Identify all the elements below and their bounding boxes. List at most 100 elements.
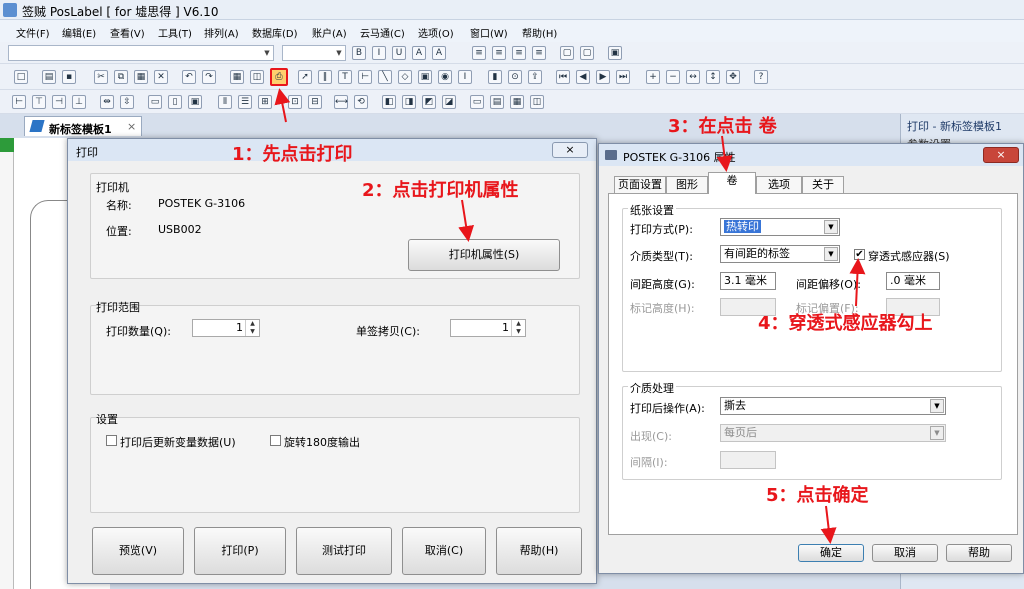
distribute-v-icon[interactable]: ☰ bbox=[238, 95, 252, 109]
open-folder-icon[interactable]: ▤ bbox=[42, 70, 56, 84]
font-name-combo[interactable]: ▼ bbox=[8, 45, 274, 61]
tab-about[interactable]: 关于 bbox=[802, 176, 844, 194]
menu-account[interactable]: 账户(A) bbox=[312, 25, 347, 40]
fit-height-icon[interactable]: ↕ bbox=[706, 70, 720, 84]
fit-page-icon[interactable]: ✥ bbox=[726, 70, 740, 84]
frame-icon[interactable]: ▭ bbox=[470, 95, 484, 109]
menu-tools[interactable]: 工具(T) bbox=[158, 25, 192, 40]
print-icon[interactable]: ⎙ bbox=[270, 68, 288, 86]
snap-objects-icon[interactable]: ⊟ bbox=[308, 95, 322, 109]
ungroup-icon[interactable]: ▢ bbox=[580, 46, 594, 60]
zoom-in-icon[interactable]: + bbox=[646, 70, 660, 84]
center-h-icon[interactable]: ⇹ bbox=[100, 95, 114, 109]
cursor-text-icon[interactable]: I bbox=[458, 70, 472, 84]
close-icon[interactable]: × bbox=[552, 142, 588, 158]
menu-cloud[interactable]: 云马通(C) bbox=[360, 25, 405, 40]
bring-front-icon[interactable]: ◧ bbox=[382, 95, 396, 109]
export-icon[interactable]: ⇪ bbox=[528, 70, 542, 84]
underline-icon[interactable]: U bbox=[392, 46, 406, 60]
font-size-combo[interactable]: ▼ bbox=[282, 45, 346, 61]
save-icon[interactable]: ▪ bbox=[62, 70, 76, 84]
help-icon[interactable]: ? bbox=[754, 70, 768, 84]
gap-offset-input[interactable]: .0 毫米 bbox=[886, 272, 940, 290]
close-icon[interactable]: × bbox=[127, 120, 136, 133]
cancel-button[interactable]: 取消(C) bbox=[402, 527, 486, 575]
preview-button[interactable]: 预览(V) bbox=[92, 527, 184, 575]
post-print-action-select[interactable]: 撕去 ▼ bbox=[720, 397, 946, 415]
tab-roll[interactable]: 卷 bbox=[708, 172, 756, 194]
redo-icon[interactable]: ↷ bbox=[202, 70, 216, 84]
menu-window[interactable]: 窗口(W) bbox=[470, 25, 508, 40]
props-help-button[interactable]: 帮助 bbox=[946, 544, 1012, 562]
same-height-icon[interactable]: ▯ bbox=[168, 95, 182, 109]
diagonal-line-icon[interactable]: ╲ bbox=[378, 70, 392, 84]
first-page-icon[interactable]: ⏮ bbox=[556, 70, 570, 84]
same-width-icon[interactable]: ▭ bbox=[148, 95, 162, 109]
cut-icon[interactable]: ✂ bbox=[94, 70, 108, 84]
preview-icon[interactable]: ◫ bbox=[250, 70, 264, 84]
menu-file[interactable]: 文件(F) bbox=[16, 25, 50, 40]
center-page-icon[interactable]: ⊞ bbox=[258, 95, 272, 109]
line-tool-icon[interactable]: ⊢ bbox=[358, 70, 372, 84]
ok-button[interactable]: 确定 bbox=[798, 544, 864, 562]
lock-icon[interactable]: ▣ bbox=[608, 46, 622, 60]
layout-split-icon[interactable]: ◫ bbox=[530, 95, 544, 109]
menu-arrange[interactable]: 排列(A) bbox=[204, 25, 239, 40]
spin-arrows-icon[interactable]: ▲ ▼ bbox=[511, 320, 525, 336]
italic-icon[interactable]: I bbox=[372, 46, 386, 60]
barcode-icon[interactable]: ‖ bbox=[318, 70, 332, 84]
media-type-select[interactable]: 有间距的标签 ▼ bbox=[720, 245, 840, 263]
print-quantity-stepper[interactable]: 1 ▲ ▼ bbox=[192, 319, 260, 337]
gap-height-input[interactable]: 3.1 毫米 bbox=[720, 272, 776, 290]
image-tool-icon[interactable]: ▣ bbox=[418, 70, 432, 84]
props-cancel-button[interactable]: 取消 bbox=[872, 544, 938, 562]
highlight-icon[interactable]: A bbox=[432, 46, 446, 60]
rotate-180-checkbox[interactable] bbox=[270, 435, 281, 446]
align-bottom-objects-icon[interactable]: ⊥ bbox=[72, 95, 86, 109]
group-icon[interactable]: ▢ bbox=[560, 46, 574, 60]
last-page-icon[interactable]: ⏭ bbox=[616, 70, 630, 84]
bring-forward-icon[interactable]: ◩ bbox=[422, 95, 436, 109]
align-left-objects-icon[interactable]: ⊢ bbox=[12, 95, 26, 109]
layout-grid-icon[interactable]: ▦ bbox=[510, 95, 524, 109]
spin-arrows-icon[interactable]: ▲ ▼ bbox=[245, 320, 259, 336]
find-icon[interactable]: ⊙ bbox=[508, 70, 522, 84]
paste-icon[interactable]: ▦ bbox=[134, 70, 148, 84]
select-pointer-icon[interactable]: ➚ bbox=[298, 70, 312, 84]
rfid-icon[interactable]: ◉ bbox=[438, 70, 452, 84]
zoom-out-icon[interactable]: − bbox=[666, 70, 680, 84]
print-button[interactable]: 打印(P) bbox=[194, 527, 286, 575]
copy-icon[interactable]: ⧉ bbox=[114, 70, 128, 84]
center-v-icon[interactable]: ⇳ bbox=[120, 95, 134, 109]
new-file-icon[interactable]: □ bbox=[14, 70, 28, 84]
printer-properties-button[interactable]: 打印机属性(S) bbox=[408, 239, 560, 271]
transmissive-sensor-checkbox[interactable]: ✔ bbox=[854, 249, 865, 260]
layout-icon[interactable]: ▤ bbox=[490, 95, 504, 109]
undo-icon[interactable]: ↶ bbox=[182, 70, 196, 84]
label-copies-stepper[interactable]: 1 ▲ ▼ bbox=[450, 319, 526, 337]
test-print-button[interactable]: 测试打印 bbox=[296, 527, 392, 575]
menu-view[interactable]: 查看(V) bbox=[110, 25, 145, 40]
tab-options[interactable]: 选项 bbox=[756, 176, 802, 194]
spacing-icon[interactable]: ⟷ bbox=[334, 95, 348, 109]
bold-icon[interactable]: B bbox=[352, 46, 366, 60]
same-size-icon[interactable]: ▣ bbox=[188, 95, 202, 109]
text-tool-icon[interactable]: T bbox=[338, 70, 352, 84]
update-vars-checkbox[interactable] bbox=[106, 435, 117, 446]
send-backward-icon[interactable]: ◪ bbox=[442, 95, 456, 109]
align-top-objects-icon[interactable]: ⊤ bbox=[32, 95, 46, 109]
tab-page-setup[interactable]: 页面设置 bbox=[614, 176, 666, 194]
menu-edit[interactable]: 编辑(E) bbox=[62, 25, 96, 40]
delete-icon[interactable]: ✕ bbox=[154, 70, 168, 84]
close-icon[interactable]: × bbox=[983, 147, 1019, 163]
align-center-icon[interactable]: ≡ bbox=[492, 46, 506, 60]
menu-help[interactable]: 帮助(H) bbox=[522, 25, 557, 40]
ruler-corner-icon[interactable] bbox=[0, 138, 14, 152]
justify-icon[interactable]: ≡ bbox=[532, 46, 546, 60]
distribute-h-icon[interactable]: ⫴ bbox=[218, 95, 232, 109]
align-left-icon[interactable]: ≡ bbox=[472, 46, 486, 60]
snap-grid-icon[interactable]: ⊡ bbox=[288, 95, 302, 109]
tab-graphics[interactable]: 图形 bbox=[666, 176, 708, 194]
align-right-icon[interactable]: ≡ bbox=[512, 46, 526, 60]
database-icon[interactable]: ▮ bbox=[488, 70, 502, 84]
